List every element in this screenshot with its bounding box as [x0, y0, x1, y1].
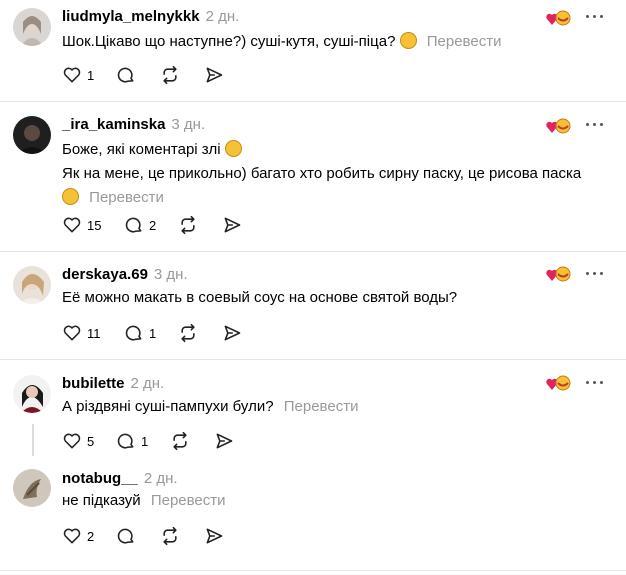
reply-button[interactable] [116, 524, 136, 548]
like-count: 5 [87, 433, 95, 449]
repost-icon [181, 323, 195, 343]
share-icon [224, 217, 241, 233]
username[interactable]: derskaya.69 [62, 266, 148, 283]
more-options-button[interactable] [584, 266, 606, 282]
repost-icon [173, 431, 187, 451]
repost-icon [163, 526, 177, 546]
like-button[interactable]: 1 [62, 63, 94, 87]
repost-button[interactable] [160, 524, 180, 548]
timestamp: 2 дн. [130, 375, 165, 392]
username[interactable]: liudmyla_melnykkk [62, 8, 200, 25]
heart-icon [63, 433, 81, 449]
translate-link[interactable]: Перевести [89, 189, 164, 206]
heart-icon [63, 67, 81, 83]
like-count: 1 [87, 67, 95, 83]
share-button[interactable] [214, 429, 234, 453]
thread-line [32, 424, 34, 456]
grimace-emoji-icon [224, 140, 242, 157]
avatar[interactable] [13, 266, 51, 304]
heart-icon [63, 528, 81, 544]
like-button[interactable]: 5 [62, 429, 94, 453]
share-button[interactable] [204, 63, 224, 87]
avatar[interactable] [13, 469, 51, 507]
username[interactable]: bubilette [62, 375, 125, 392]
repost-button[interactable] [160, 63, 180, 87]
timestamp: 3 дн. [171, 116, 206, 133]
like-count: 2 [87, 528, 95, 544]
share-icon [206, 528, 223, 544]
share-button[interactable] [222, 213, 242, 237]
reaction-icon[interactable] [546, 266, 572, 284]
like-count: 11 [87, 325, 101, 341]
reply-button[interactable]: 2 [124, 213, 156, 237]
reply-count: 2 [149, 217, 157, 233]
like-count: 15 [87, 217, 102, 233]
reaction-icon[interactable] [546, 10, 572, 28]
comment-icon [125, 325, 142, 341]
comment-icon [117, 433, 134, 449]
username[interactable]: _ira_kaminska [62, 116, 165, 133]
share-icon [216, 433, 233, 449]
divider [0, 359, 626, 360]
repost-button[interactable] [178, 213, 198, 237]
share-icon [206, 67, 223, 83]
comment-text: Шок.Цікаво що наступне?) суші-кутя, суші… [62, 33, 396, 50]
repost-icon [163, 65, 177, 85]
more-options-button[interactable] [584, 375, 606, 391]
reaction-icon[interactable] [546, 375, 572, 393]
divider [0, 101, 626, 102]
repost-icon [181, 215, 195, 235]
comment-icon [117, 67, 134, 83]
timestamp: 2 дн. [205, 8, 240, 25]
translate-link[interactable]: Перевести [284, 398, 359, 415]
avatar[interactable] [13, 116, 51, 154]
username[interactable]: notabug__ [62, 470, 138, 487]
translate-link[interactable]: Перевести [427, 33, 502, 50]
like-button[interactable]: 15 [62, 213, 101, 237]
like-button[interactable]: 2 [62, 524, 94, 548]
comment-text: Як на мене, це прикольно) багато хто роб… [62, 165, 582, 182]
more-options-button[interactable] [584, 117, 606, 133]
share-icon [224, 325, 241, 341]
avatar[interactable] [13, 8, 51, 46]
grin-emoji-icon [399, 32, 417, 49]
more-options-button[interactable] [584, 9, 606, 25]
reply-count: 1 [141, 433, 149, 449]
reply-count: 1 [149, 325, 157, 341]
avatar[interactable] [13, 375, 51, 413]
reply-button[interactable]: 1 [116, 429, 148, 453]
comment-text: Боже, які коментарі злі [62, 141, 221, 158]
reply-button[interactable] [116, 63, 136, 87]
comment-icon [125, 217, 142, 233]
timestamp: 3 дн. [153, 266, 188, 283]
heart-icon [63, 217, 81, 233]
share-button[interactable] [222, 321, 242, 345]
comment-text: не підказуй [62, 492, 141, 509]
repost-button[interactable] [178, 321, 198, 345]
divider [0, 570, 626, 571]
comment-text: А різдвяні суші-пампухи були? [62, 398, 274, 415]
timestamp: 2 дн. [143, 470, 178, 487]
smile-emoji-icon [62, 188, 79, 205]
divider [0, 251, 626, 252]
reaction-icon[interactable] [546, 118, 572, 136]
like-button[interactable]: 11 [62, 321, 101, 345]
repost-button[interactable] [170, 429, 190, 453]
comment-text: Её можно макать в соевый соус на основе … [62, 289, 458, 306]
reply-button[interactable]: 1 [124, 321, 156, 345]
comment-icon [117, 528, 134, 544]
translate-link[interactable]: Перевести [151, 492, 226, 509]
share-button[interactable] [204, 524, 224, 548]
heart-icon [63, 325, 81, 341]
